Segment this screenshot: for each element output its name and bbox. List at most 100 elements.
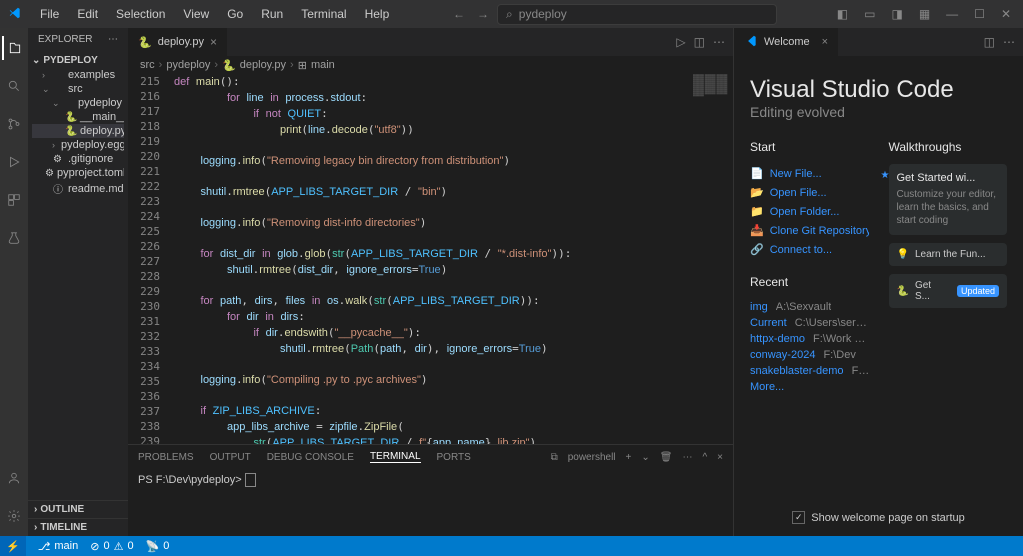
menu-help[interactable]: Help	[357, 3, 398, 25]
recent-item[interactable]: snakeblaster-demoF:\Work...	[750, 363, 869, 379]
bottom-panel: PROBLEMS OUTPUT DEBUG CONSOLE TERMINAL PORTS…	[128, 444, 733, 536]
menu-edit[interactable]: Edit	[69, 3, 106, 25]
panel-tab-problems[interactable]: PROBLEMS	[138, 452, 194, 463]
close-panel-icon[interactable]: ×	[717, 452, 723, 463]
explorer-title: EXPLORER	[38, 34, 92, 45]
menu-view[interactable]: View	[175, 3, 217, 25]
tree-item[interactable]: 🐍deploy.py	[32, 124, 124, 138]
run-file-icon[interactable]: ▷	[676, 35, 685, 49]
recent-item[interactable]: conway-2024F:\Dev	[750, 347, 869, 363]
walkthrough-get-started-python[interactable]: 🐍 Get S... Updated	[889, 274, 1008, 308]
explorer-icon[interactable]	[2, 36, 26, 60]
layout-sidebar-left-icon[interactable]: ◧	[833, 3, 852, 25]
code-editor[interactable]: def main(): for line in process.stdout: …	[174, 74, 693, 444]
window-close-icon[interactable]: ✕	[997, 3, 1015, 25]
recent-item[interactable]: httpx-demoF:\Work projects	[750, 331, 869, 347]
layout-customize-icon[interactable]: ▦	[915, 3, 934, 25]
tree-item[interactable]: ⚙pyproject.toml	[32, 166, 124, 180]
start-link[interactable]: 📁Open Folder...	[750, 202, 869, 221]
editor-area: 🐍 deploy.py × ▷ ◫ ⋯ src› pydeploy› 🐍 dep…	[128, 28, 733, 536]
editor-tabs: 🐍 deploy.py × ▷ ◫ ⋯	[128, 28, 733, 56]
search-activity-icon[interactable]	[2, 74, 26, 98]
maximize-panel-icon[interactable]: ^	[702, 452, 707, 463]
split-editor-icon[interactable]: ◫	[694, 35, 705, 49]
panel-tab-debug-console[interactable]: DEBUG CONSOLE	[267, 452, 354, 463]
updated-badge: Updated	[957, 285, 999, 297]
welcome-close-icon[interactable]: ×	[822, 36, 828, 48]
accounts-icon[interactable]	[2, 466, 26, 490]
panel-tab-output[interactable]: OUTPUT	[210, 452, 251, 463]
start-heading: Start	[750, 140, 869, 154]
project-root[interactable]: ⌄ PYDEPLOY	[32, 53, 124, 68]
settings-gear-icon[interactable]	[2, 504, 26, 528]
tree-item[interactable]: ⌄src	[32, 82, 124, 96]
recent-item[interactable]: imgA:\Sexvault	[750, 299, 869, 315]
terminal-shell-icon[interactable]: ⧉	[551, 452, 558, 463]
shell-name[interactable]: powershell	[568, 452, 616, 463]
lightbulb-icon: 💡	[897, 249, 909, 260]
terminal-dropdown-icon[interactable]: ⌄	[641, 452, 649, 463]
terminal-more-icon[interactable]: ⋯	[682, 452, 692, 463]
walkthrough-learn-fundamentals[interactable]: 💡 Learn the Fun...	[889, 243, 1008, 266]
ports-status[interactable]: 📡0	[146, 540, 170, 553]
sidebar-header: EXPLORER ⋯	[28, 28, 128, 51]
tree-item[interactable]: ›pydeploy.egg-info	[32, 138, 124, 152]
menu-bar: FileEditSelectionViewGoRunTerminalHelp	[32, 3, 397, 25]
kill-terminal-icon[interactable]: 🗑	[660, 452, 673, 463]
search-text: pydeploy	[519, 7, 567, 21]
show-welcome-checkbox[interactable]: ✓	[792, 511, 805, 524]
run-debug-icon[interactable]	[2, 150, 26, 174]
new-terminal-icon[interactable]: +	[626, 452, 632, 463]
tree-item[interactable]: ⚙.gitignore	[32, 152, 124, 166]
start-link[interactable]: 📄New File...	[750, 164, 869, 183]
star-icon: ★	[881, 170, 890, 181]
python-icon: 🐍	[897, 286, 909, 297]
tree-item[interactable]: ⌄pydeploy	[32, 96, 124, 110]
nav-back-icon[interactable]: ←	[453, 7, 465, 21]
start-link[interactable]: 🔗Connect to...	[750, 240, 869, 259]
welcome-more-icon[interactable]: ⋯	[1003, 35, 1015, 49]
terminal-body[interactable]: PS F:\Dev\pydeploy>	[128, 469, 733, 536]
editor-more-icon[interactable]: ⋯	[713, 35, 725, 49]
breadcrumb[interactable]: src› pydeploy› 🐍 deploy.py› ⊞ main	[128, 56, 733, 74]
recent-item[interactable]: CurrentC:\Users\serda\On...	[750, 315, 869, 331]
menu-selection[interactable]: Selection	[108, 3, 173, 25]
tab-deploy-py[interactable]: 🐍 deploy.py ×	[128, 28, 228, 56]
welcome-split-icon[interactable]: ◫	[984, 35, 995, 49]
menu-terminal[interactable]: Terminal	[293, 3, 354, 25]
recent-more[interactable]: More...	[750, 381, 784, 393]
window-minimize-icon[interactable]: —	[942, 3, 962, 25]
minimap[interactable]: ████████████ ████████████ ████████████ █…	[693, 74, 733, 444]
menu-file[interactable]: File	[32, 3, 67, 25]
menu-run[interactable]: Run	[253, 3, 291, 25]
problems-status[interactable]: ⊘0 ⚠0	[90, 540, 133, 553]
tab-close-icon[interactable]: ×	[210, 35, 217, 49]
start-link[interactable]: 📂Open File...	[750, 183, 869, 202]
tab-label: deploy.py	[158, 36, 204, 48]
layout-sidebar-right-icon[interactable]: ◨	[887, 3, 906, 25]
nav-forward-icon[interactable]: →	[477, 7, 489, 21]
panel-tab-terminal[interactable]: TERMINAL	[370, 451, 421, 463]
start-link[interactable]: 📥Clone Git Repository...	[750, 221, 869, 240]
git-branch[interactable]: ⎇ main	[38, 540, 79, 553]
tree-item[interactable]: ›examples	[32, 68, 124, 82]
command-center-search[interactable]: ⌕ pydeploy	[497, 4, 777, 25]
panel-tab-ports[interactable]: PORTS	[437, 452, 471, 463]
symbol-method-icon: ⊞	[298, 59, 307, 72]
tree-item[interactable]: ⓘreadme.md	[32, 180, 124, 197]
window-maximize-icon[interactable]: ☐	[970, 3, 989, 25]
testing-icon[interactable]	[2, 226, 26, 250]
remote-indicator[interactable]: ⚡	[0, 536, 26, 556]
activity-bar	[0, 28, 28, 536]
tree-item[interactable]: 🐍__main__.py	[32, 110, 124, 124]
menu-go[interactable]: Go	[219, 3, 251, 25]
source-control-icon[interactable]	[2, 112, 26, 136]
extensions-icon[interactable]	[2, 188, 26, 212]
walkthrough-get-started[interactable]: ★ Get Started wi... Customize your edito…	[889, 164, 1008, 235]
welcome-tab[interactable]: Welcome ×	[734, 28, 838, 56]
warning-icon: ⚠	[114, 540, 124, 553]
layout-panel-icon[interactable]: ▭	[860, 3, 879, 25]
more-icon[interactable]: ⋯	[108, 34, 118, 45]
timeline-section[interactable]: ›TIMELINE	[28, 518, 128, 536]
outline-section[interactable]: ›OUTLINE	[28, 500, 128, 518]
